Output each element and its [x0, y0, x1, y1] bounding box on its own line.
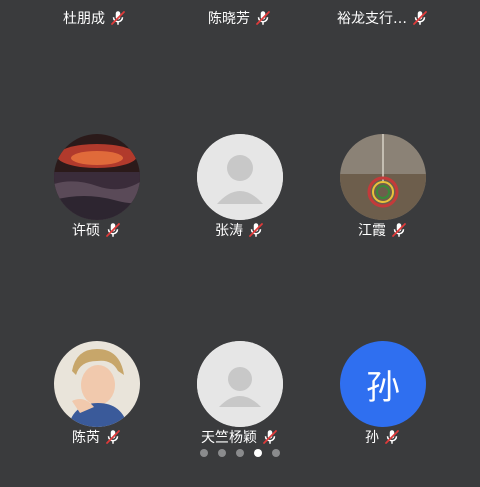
participant-tile[interactable]: 天竺杨颖 — [165, 337, 315, 487]
participant-name: 张涛 — [215, 223, 243, 239]
page-indicator — [0, 449, 480, 457]
avatar — [340, 134, 426, 220]
page-dot[interactable] — [200, 449, 208, 457]
participant-tile[interactable]: 陈芮 — [22, 337, 172, 487]
participant-tile[interactable]: 张涛 — [165, 130, 315, 280]
page-dot[interactable] — [236, 449, 244, 457]
muted-mic-icon — [261, 428, 279, 446]
page-dot[interactable] — [218, 449, 226, 457]
avatar — [54, 134, 140, 220]
participant-name: 陈晓芳 — [208, 11, 250, 27]
avatar — [54, 341, 140, 427]
participant-tile[interactable]: 江霞 — [308, 130, 458, 280]
participant-tile[interactable]: 孙 孙 — [308, 337, 458, 487]
muted-mic-icon — [104, 221, 122, 239]
participant-name: 孙 — [365, 430, 379, 446]
muted-mic-icon — [247, 221, 265, 239]
participant-tile[interactable]: 许硕 — [22, 130, 172, 280]
default-avatar-icon — [197, 341, 283, 427]
page-dot-active[interactable] — [254, 449, 262, 457]
muted-mic-icon — [383, 428, 401, 446]
default-avatar-icon — [197, 134, 283, 220]
participant-name: 杜朋成 — [63, 11, 105, 27]
participant-tile[interactable]: 杜朋成 — [20, 0, 170, 60]
participant-name: 陈芮 — [72, 430, 100, 446]
participant-name: 江霞 — [358, 223, 386, 239]
participant-name: 天竺杨颖 — [201, 430, 257, 446]
muted-mic-icon — [390, 221, 408, 239]
muted-mic-icon — [254, 9, 272, 27]
participant-name: 裕龙支行… — [337, 11, 407, 27]
participant-name: 许硕 — [72, 223, 100, 239]
muted-mic-icon — [104, 428, 122, 446]
muted-mic-icon — [411, 9, 429, 27]
muted-mic-icon — [109, 9, 127, 27]
participant-tile[interactable]: 陈晓芳 — [165, 0, 315, 60]
page-dot[interactable] — [272, 449, 280, 457]
avatar-initial: 孙 — [340, 341, 426, 427]
participant-tile[interactable]: 裕龙支行… — [308, 0, 458, 60]
